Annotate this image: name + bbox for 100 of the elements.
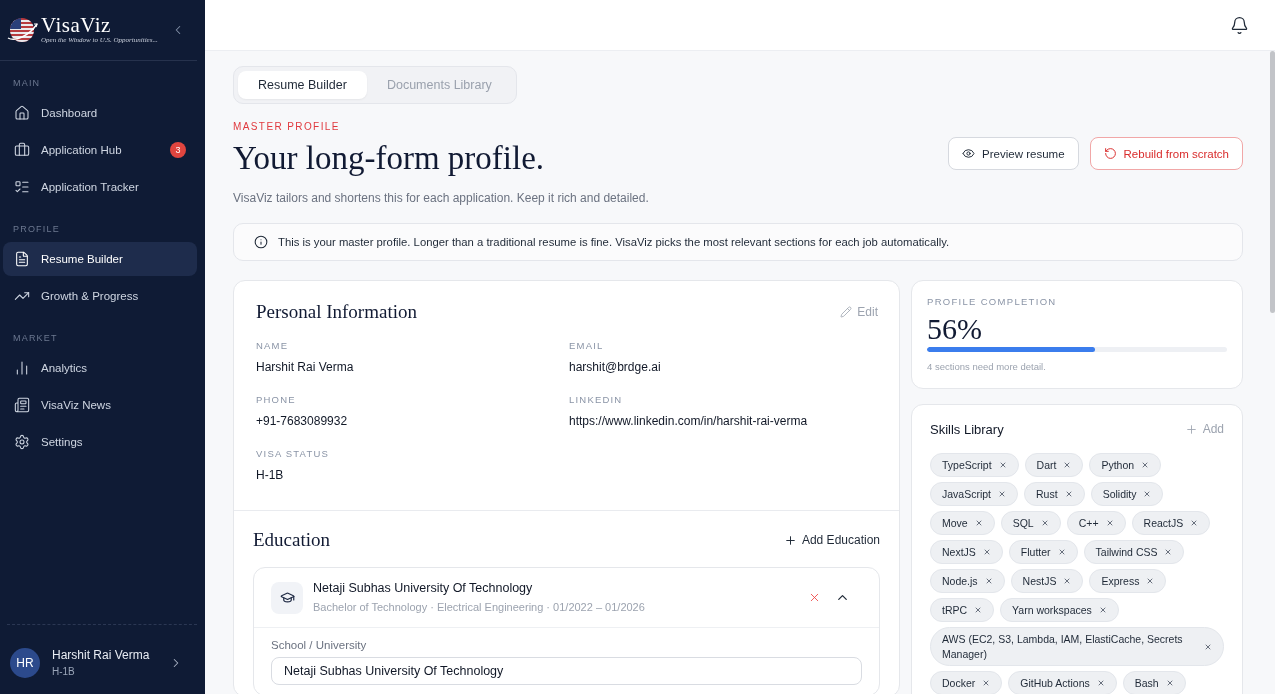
input-field[interactable]: Netaji Subhas University Of Technology <box>271 657 862 685</box>
skill-label: Flutter <box>1020 544 1051 560</box>
remove-button[interactable] <box>808 591 821 604</box>
notifications-button[interactable] <box>1230 15 1249 35</box>
plus-icon <box>1184 422 1198 436</box>
remove-skill-button[interactable] <box>1204 642 1212 651</box>
remove-skill-button[interactable] <box>1141 461 1150 469</box>
remove-skill-button[interactable] <box>984 577 993 585</box>
remove-skill-button[interactable] <box>1190 519 1199 527</box>
rebuild-button[interactable]: Rebuild from scratch <box>1089 137 1243 170</box>
remove-skill-button[interactable] <box>1146 577 1155 585</box>
remove-skill-button[interactable] <box>1098 606 1107 614</box>
count-badge: 3 <box>170 142 186 158</box>
field-label: LINKEDIN <box>569 394 623 406</box>
plus-icon <box>783 533 797 547</box>
bell-icon <box>1230 15 1249 35</box>
skill-label: TypeScript <box>942 457 992 473</box>
nav-item[interactable]: Growth & Progress <box>3 279 197 313</box>
skill-label: AWS (EC2, S3, Lambda, IAM, ElastiCache, Secrets Manager) <box>942 631 1184 662</box>
skill-label: tRPC <box>942 602 968 618</box>
newspaper-icon <box>14 397 30 413</box>
close-icon <box>974 519 983 527</box>
remove-skill-button[interactable] <box>1063 577 1072 585</box>
remove-skill-button[interactable] <box>998 490 1007 498</box>
skill-label: Solidity <box>1102 486 1137 502</box>
remove-skill-button[interactable] <box>982 548 991 556</box>
close-icon <box>1105 519 1114 527</box>
nav-item[interactable]: Application Tracker <box>3 170 197 204</box>
close-icon <box>982 548 991 556</box>
page-title: Your long-form profile. <box>233 139 545 177</box>
skill-label: Bash <box>1134 675 1159 691</box>
close-icon <box>808 591 821 604</box>
close-icon <box>1146 577 1155 585</box>
tab[interactable]: Resume Builder <box>238 71 367 99</box>
school-name: Netaji Subhas University Of Technology <box>313 580 533 596</box>
settings-icon <box>14 434 30 450</box>
close-icon <box>1063 461 1072 469</box>
user-name: Harshit Rai Verma <box>52 648 150 663</box>
remove-skill-button[interactable] <box>1165 679 1174 687</box>
remove-skill-button[interactable] <box>1040 519 1049 527</box>
remove-skill-button[interactable] <box>998 461 1007 469</box>
nav-item[interactable]: Analytics <box>3 351 197 385</box>
user-profile-button[interactable]: HR Harshit Rai Verma H-1B <box>7 624 197 694</box>
close-icon <box>1096 679 1105 687</box>
remove-skill-button[interactable] <box>982 679 991 687</box>
document-icon <box>14 251 30 267</box>
remove-skill-button[interactable] <box>1064 490 1073 498</box>
remove-skill-button[interactable] <box>1143 490 1152 498</box>
add-education-button[interactable]: Add Education <box>783 533 880 547</box>
close-icon <box>1204 642 1212 651</box>
completion-note: 4 sections need more detail. <box>927 361 1046 373</box>
close-icon <box>1164 548 1173 556</box>
bar-chart-icon <box>14 360 30 376</box>
skill-label: SQL <box>1012 515 1034 531</box>
skill-label: Dart <box>1036 457 1057 473</box>
close-icon <box>974 606 983 614</box>
skill-label: Node.js <box>942 573 978 589</box>
remove-skill-button[interactable] <box>1164 548 1173 556</box>
home-icon <box>14 105 30 121</box>
skill-label: Tailwind CSS <box>1095 544 1158 560</box>
remove-skill-button[interactable] <box>974 519 983 527</box>
rotate-icon <box>1103 147 1117 160</box>
close-icon <box>982 679 991 687</box>
nav-item[interactable]: Dashboard <box>3 96 197 130</box>
remove-skill-button[interactable] <box>1096 679 1105 687</box>
close-icon <box>1098 606 1107 614</box>
user-visa-status: H-1B <box>52 666 75 678</box>
field-label: EMAIL <box>569 340 604 352</box>
close-icon <box>1063 577 1072 585</box>
preview-button[interactable]: Preview resume <box>948 137 1079 170</box>
close-icon <box>1040 519 1049 527</box>
eyebrow-label: MASTER PROFILE <box>233 121 340 133</box>
close-icon <box>1057 548 1066 556</box>
skill-label: ReactJS <box>1143 515 1184 531</box>
scrollbar-thumb[interactable] <box>1270 51 1275 313</box>
nav-item[interactable]: Settings <box>3 425 197 459</box>
field-value: Harshit Rai Verma <box>256 359 354 375</box>
remove-skill-button[interactable] <box>1063 461 1072 469</box>
page-subtitle: VisaViz tailors and shortens this for each application. Keep it rich and detailed. <box>233 191 649 206</box>
close-icon <box>1165 679 1174 687</box>
nav-item[interactable]: Application Hub 3 <box>3 133 197 167</box>
close-icon <box>1143 490 1152 498</box>
close-icon <box>1190 519 1199 527</box>
section-title: Education <box>253 529 331 551</box>
nav-item[interactable]: VisaViz News <box>3 388 197 422</box>
input-label: School / University <box>271 638 367 652</box>
remove-skill-button[interactable] <box>974 606 983 614</box>
nav-section-label: MARKET <box>12 332 59 345</box>
remove-skill-button[interactable] <box>1105 519 1114 527</box>
skill-label: NextJS <box>942 544 976 560</box>
skill-label: Rust <box>1036 486 1058 502</box>
field-value: harshit@brdge.ai <box>569 359 661 375</box>
info-icon <box>254 235 268 249</box>
remove-skill-button[interactable] <box>1057 548 1066 556</box>
nav-section-label: PROFILE <box>12 223 61 236</box>
nav-item[interactable]: Resume Builder <box>3 242 197 276</box>
globe-logo-icon <box>7 16 38 44</box>
field-value: H-1B <box>256 467 284 483</box>
close-icon <box>998 461 1007 469</box>
completion-label: PROFILE COMPLETION <box>927 296 1057 308</box>
